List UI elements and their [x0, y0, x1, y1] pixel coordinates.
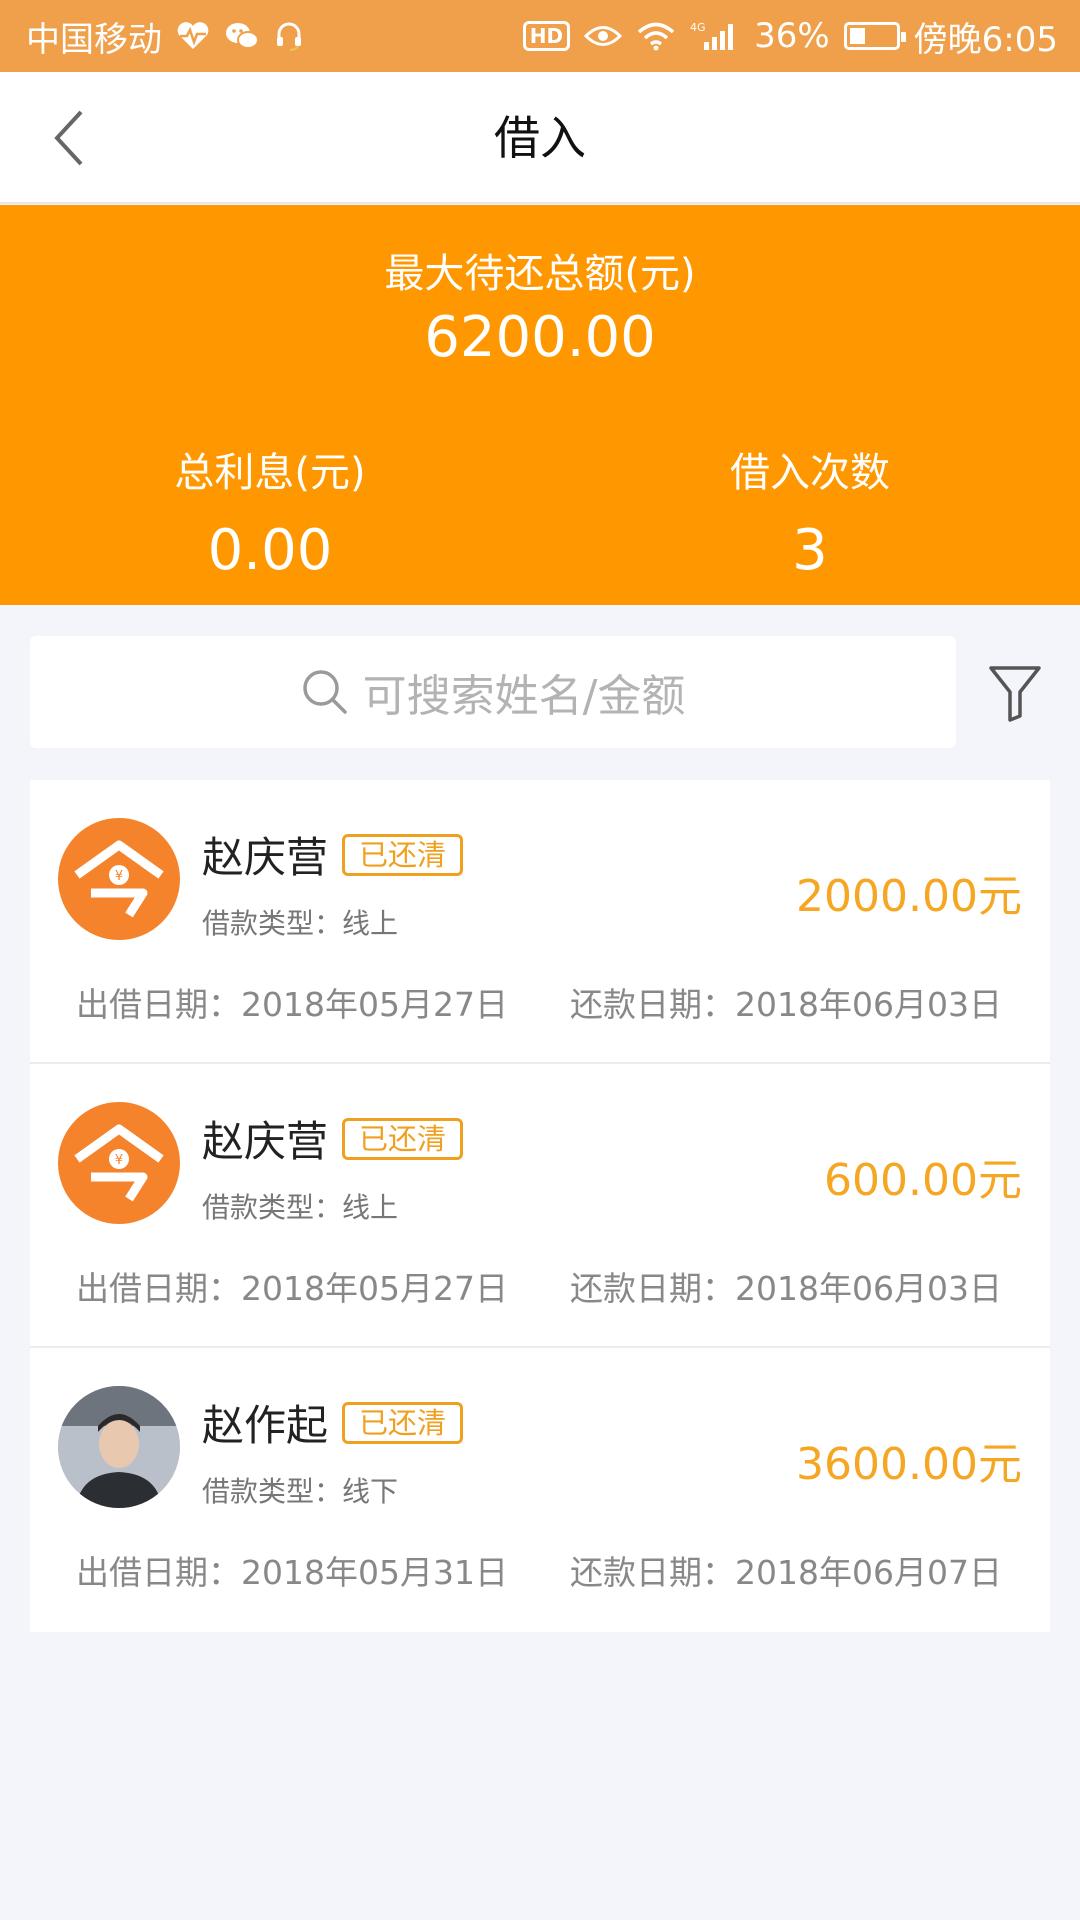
repay-date-label: 还款日期：: [570, 1269, 735, 1308]
summary-banner: 最大待还总额(元) 6200.00 总利息(元) 0.00 借入次数 3: [0, 205, 1080, 605]
loan-type: 借款类型： 线下: [202, 1470, 398, 1510]
heart-rate-icon: [176, 21, 210, 51]
app-logo-icon: ¥: [74, 840, 164, 918]
lend-date-label: 出借日期：: [76, 1269, 241, 1308]
max-due-value: 6200.00: [424, 305, 656, 370]
loan-amount-unit: 元: [978, 871, 1022, 922]
headset-icon: [274, 20, 304, 52]
avatar: [58, 1386, 180, 1508]
loan-type-label: 借款类型：: [202, 907, 343, 940]
repay-date: 还款日期： 2018年06月03日: [570, 978, 1002, 1026]
battery-percent: 36%: [754, 16, 830, 56]
avatar: ¥: [58, 818, 180, 940]
loan-card[interactable]: ¥ 赵庆营 已还清 借款类型： 线上 600.00 元 出借日期： 2018年0…: [30, 1064, 1050, 1348]
loan-amount: 2000.00 元: [796, 860, 1022, 924]
repay-date-label: 还款日期：: [570, 985, 735, 1024]
borrower-name: 赵庆营: [202, 833, 329, 882]
app-logo-icon: ¥: [74, 1124, 164, 1202]
loan-card[interactable]: ¥ 赵庆营 已还清 借款类型： 线上 2000.00 元 出借日期： 2018年…: [30, 780, 1050, 1064]
search-placeholder: 可搜索姓名/金额: [362, 671, 686, 722]
loan-type-label: 借款类型：: [202, 1191, 343, 1224]
lend-date-value: 2018年05月31日: [241, 1553, 508, 1592]
clock: 傍晚6:05: [913, 19, 1058, 60]
loan-amount: 3600.00 元: [796, 1428, 1022, 1492]
network-type: 4G: [690, 21, 706, 34]
battery-icon: [843, 22, 906, 50]
interest-summary: 总利息(元) 0.00: [0, 440, 540, 583]
search-icon: [302, 670, 347, 714]
repay-date: 还款日期： 2018年06月07日: [570, 1546, 1002, 1594]
carrier-name: 中国移动: [26, 19, 162, 60]
loan-amount-unit: 元: [978, 1155, 1022, 1206]
user-photo-icon: [58, 1386, 180, 1508]
avatar: ¥: [58, 1102, 180, 1224]
loan-amount-value: 3600.00: [796, 1439, 978, 1490]
loan-type-label: 借款类型：: [202, 1475, 343, 1508]
loan-amount-value: 2000.00: [796, 871, 978, 922]
search-input[interactable]: 可搜索姓名/金额: [30, 636, 956, 748]
loan-type-value: 线上: [342, 1191, 399, 1224]
svg-text:¥: ¥: [115, 869, 123, 884]
max-due-label: 最大待还总额(元): [384, 251, 696, 297]
borrower-name: 赵作起: [202, 1401, 329, 1450]
count-label: 借入次数: [730, 450, 890, 496]
loan-card[interactable]: 赵作起 已还清 借款类型： 线下 3600.00 元 出借日期： 2018年05…: [30, 1348, 1050, 1632]
svg-text:¥: ¥: [115, 1153, 123, 1168]
loan-type: 借款类型： 线上: [202, 1186, 398, 1226]
loan-type: 借款类型： 线上: [202, 902, 398, 942]
wechat-icon: [224, 21, 260, 51]
repay-date: 还款日期： 2018年06月03日: [570, 1262, 1002, 1310]
status-bar: 中国移动 HD 4G 36% 傍晚6:05: [0, 0, 1080, 72]
repay-date-value: 2018年06月07日: [735, 1553, 1002, 1592]
loan-amount-unit: 元: [978, 1439, 1022, 1490]
repay-date-value: 2018年06月03日: [735, 1269, 1002, 1308]
back-button[interactable]: [34, 102, 104, 174]
hd-badge: HD: [522, 21, 571, 51]
lend-date-value: 2018年05月27日: [241, 1269, 508, 1308]
status-badge: 已还清: [342, 834, 464, 876]
borrower-name: 赵庆营: [202, 1117, 329, 1166]
eye-icon: [584, 23, 623, 49]
status-badge: 已还清: [342, 1402, 464, 1444]
lend-date-label: 出借日期：: [76, 1553, 241, 1592]
count-value: 3: [792, 518, 828, 583]
lend-date: 出借日期： 2018年05月27日: [76, 978, 508, 1026]
lend-date: 出借日期： 2018年05月31日: [76, 1546, 508, 1594]
lend-date-label: 出借日期：: [76, 985, 241, 1024]
signal-icon: 4G: [690, 21, 740, 51]
chevron-left-icon: [54, 110, 83, 166]
wifi-icon: [636, 21, 676, 51]
lend-date: 出借日期： 2018年05月27日: [76, 1262, 508, 1310]
nav-bar: 借入: [0, 72, 1080, 204]
count-summary: 借入次数 3: [540, 440, 1080, 583]
loan-amount: 600.00 元: [824, 1144, 1022, 1208]
loan-type-value: 线下: [342, 1475, 399, 1508]
interest-value: 0.00: [207, 518, 333, 583]
loan-amount-value: 600.00: [824, 1155, 978, 1206]
filter-icon: [989, 666, 1041, 722]
loan-list: ¥ 赵庆营 已还清 借款类型： 线上 2000.00 元 出借日期： 2018年…: [30, 780, 1050, 1632]
lend-date-value: 2018年05月27日: [241, 985, 508, 1024]
repay-date-label: 还款日期：: [570, 1553, 735, 1592]
filter-button[interactable]: [982, 660, 1048, 726]
loan-type-value: 线上: [342, 907, 399, 940]
repay-date-value: 2018年06月03日: [735, 985, 1002, 1024]
page-title: 借入: [494, 111, 586, 165]
status-badge: 已还清: [342, 1118, 464, 1160]
interest-label: 总利息(元): [174, 450, 366, 496]
